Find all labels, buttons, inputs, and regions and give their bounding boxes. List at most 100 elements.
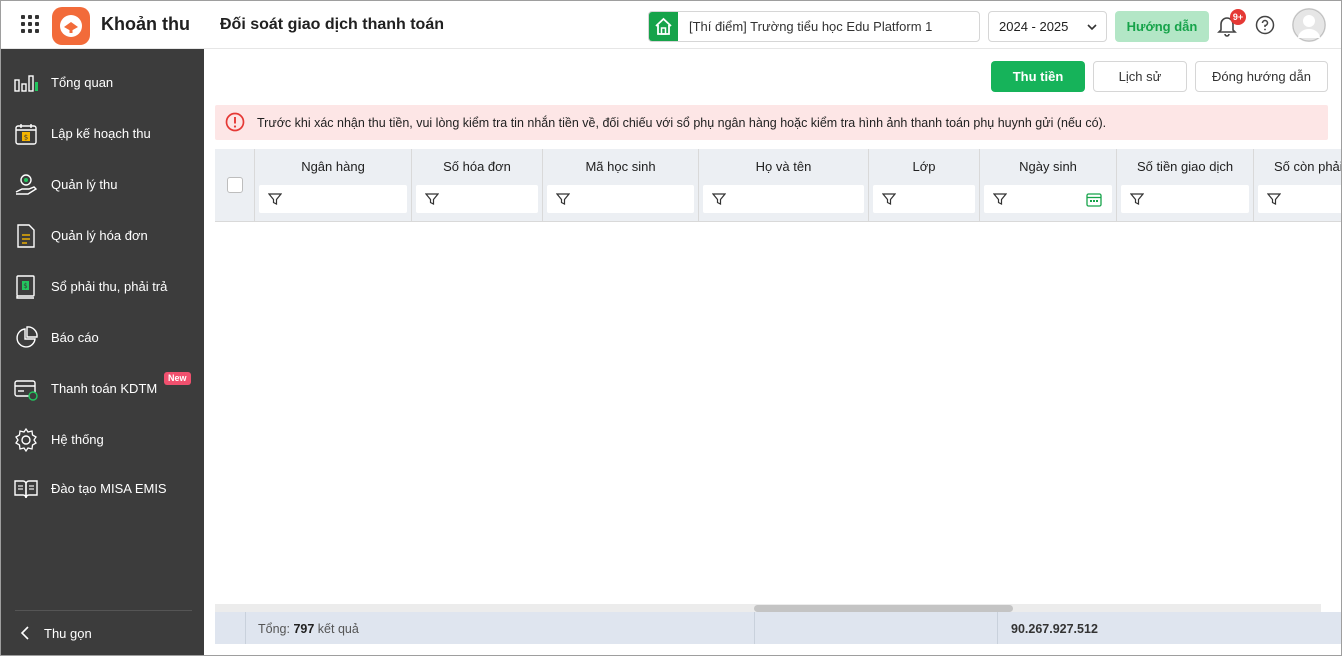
- class-filter-input[interactable]: [873, 185, 975, 213]
- book-icon: [14, 480, 38, 499]
- alert-circle-icon: [225, 112, 245, 132]
- school-year-select[interactable]: 2024 - 2025: [988, 11, 1107, 42]
- sidebar-item-label: Đào tạo MISA EMIS: [51, 481, 167, 496]
- chevron-down-icon: [1087, 24, 1097, 31]
- filter-icon: [425, 193, 439, 205]
- column-student-id: Mã học sinh: [543, 149, 699, 222]
- column-transaction-amount: Số tiền giao dịch: [1117, 149, 1254, 222]
- column-birth-date: Ngày sinh: [980, 149, 1117, 222]
- column-class: Lớp: [869, 149, 980, 222]
- app-window: Khoản thu Đối soát giao dịch thanh toán …: [0, 0, 1342, 656]
- sidebar-item-label: Hệ thống: [51, 432, 104, 447]
- app-name: Khoản thu: [101, 14, 190, 34]
- school-icon: [649, 12, 678, 41]
- invoice-filter-input[interactable]: [416, 185, 538, 213]
- sidebar-item-label: Sổ phải thu, phải trả: [51, 279, 168, 294]
- sidebar-item-overview[interactable]: Tổng quan: [1, 63, 204, 103]
- column-header[interactable]: Ngân hàng: [255, 159, 411, 174]
- filter-icon: [268, 193, 282, 205]
- svg-text:$: $: [24, 134, 28, 142]
- close-guide-button[interactable]: Đóng hướng dẫn: [1195, 61, 1328, 92]
- sidebar-item-label: Lập kế hoạch thu: [51, 126, 151, 141]
- guide-button[interactable]: Hướng dẫn: [1115, 11, 1209, 42]
- collect-money-button[interactable]: Thu tiền: [991, 61, 1085, 92]
- column-header[interactable]: Lớp: [869, 159, 979, 174]
- total-count: 797: [293, 622, 315, 636]
- sidebar-item-label: Báo cáo: [51, 330, 99, 345]
- column-header[interactable]: Họ và tên: [699, 159, 868, 174]
- total-suffix: kết quả: [317, 622, 359, 636]
- filter-icon: [556, 193, 570, 205]
- main-content: Thu tiền Lịch sử Đóng hướng dẫn Trước kh…: [204, 49, 1341, 655]
- column-header[interactable]: Số tiền giao dịch: [1117, 159, 1253, 174]
- ledger-icon: $: [16, 275, 35, 299]
- column-header[interactable]: Mã học sinh: [543, 159, 698, 174]
- school-year-value: 2024 - 2025: [999, 19, 1069, 34]
- calendar-money-icon: $: [15, 124, 37, 145]
- birth-date-filter-input[interactable]: [984, 185, 1112, 213]
- table-header: Ngân hàng Số hóa đơn Mã học sinh Họ và t…: [215, 149, 1341, 222]
- total-prefix: Tổng:: [258, 622, 290, 636]
- filter-icon: [712, 193, 726, 205]
- warning-alert: Trước khi xác nhận thu tiền, vui lòng ki…: [215, 105, 1328, 140]
- filter-icon: [1267, 193, 1281, 205]
- svg-text:$: $: [23, 282, 27, 290]
- column-remaining-amount: Số còn phải: [1254, 149, 1341, 222]
- total-results: Tổng: 797 kết quả: [258, 622, 359, 636]
- invoice-icon: [17, 224, 35, 248]
- column-header[interactable]: Số còn phải: [1274, 159, 1341, 174]
- avatar[interactable]: [1292, 8, 1326, 42]
- new-badge: New: [164, 372, 191, 385]
- filter-icon: [993, 193, 1007, 205]
- sidebar-item-invoice[interactable]: Quản lý hóa đơn: [1, 216, 204, 256]
- sidebar-item-collect[interactable]: Quản lý thu: [1, 165, 204, 205]
- sidebar-item-label: Tổng quan: [51, 75, 114, 90]
- bank-filter-input[interactable]: [259, 185, 407, 213]
- school-select[interactable]: [Thí điểm] Trường tiểu học Edu Platform …: [648, 11, 980, 42]
- app-grid-icon[interactable]: [21, 15, 39, 33]
- sidebar-item-plan[interactable]: $ Lập kế hoạch thu: [1, 114, 204, 154]
- app-logo: [52, 7, 90, 45]
- sidebar-divider: [15, 610, 192, 611]
- notification-badge: 9+: [1230, 9, 1246, 25]
- remaining-filter-input[interactable]: [1258, 185, 1341, 213]
- total-amount: 90.267.927.512: [1011, 622, 1098, 636]
- footer-spacer: [215, 612, 246, 644]
- sidebar-item-cashless[interactable]: Thanh toán KDTM New: [1, 369, 204, 409]
- chart-bar-icon: [14, 75, 38, 92]
- horizontal-scrollbar[interactable]: [215, 604, 1321, 612]
- filter-icon: [882, 193, 896, 205]
- sidebar-item-report[interactable]: Báo cáo: [1, 318, 204, 358]
- column-full-name: Họ và tên: [699, 149, 869, 222]
- name-filter-input[interactable]: [703, 185, 864, 213]
- calendar-icon[interactable]: [1086, 192, 1102, 207]
- collapse-label: Thu gọn: [44, 626, 92, 641]
- card-payment-icon: [14, 380, 38, 401]
- filter-icon: [1130, 193, 1144, 205]
- top-bar: Khoản thu Đối soát giao dịch thanh toán …: [1, 1, 1341, 49]
- footer-empty-cell: [755, 612, 998, 644]
- chevron-left-icon: [20, 626, 29, 640]
- table-footer: Tổng: 797 kết quả 90.267.927.512: [215, 612, 1341, 644]
- sidebar: Tổng quan $ Lập kế hoạch thu Quản lý thu: [1, 49, 204, 655]
- sidebar-item-label: Thanh toán KDTM: [51, 381, 158, 396]
- sidebar-item-label: Quản lý thu: [51, 177, 118, 192]
- sidebar-item-label: Quản lý hóa đơn: [51, 228, 148, 243]
- amount-filter-input[interactable]: [1121, 185, 1249, 213]
- column-bank: Ngân hàng: [255, 149, 412, 222]
- sidebar-item-system[interactable]: Hệ thống: [1, 420, 204, 460]
- student-id-filter-input[interactable]: [547, 185, 694, 213]
- column-header[interactable]: Ngày sinh: [980, 159, 1116, 174]
- select-all-checkbox[interactable]: [227, 177, 243, 193]
- history-button[interactable]: Lịch sử: [1093, 61, 1187, 92]
- sidebar-item-ledger[interactable]: $ Sổ phải thu, phải trả: [1, 267, 204, 307]
- collapse-sidebar-button[interactable]: Thu gọn: [1, 617, 204, 649]
- school-name: [Thí điểm] Trường tiểu học Edu Platform …: [689, 19, 933, 34]
- gear-icon: [15, 427, 37, 453]
- hand-coin-icon: [15, 174, 38, 195]
- column-header[interactable]: Số hóa đơn: [412, 159, 542, 174]
- scrollbar-thumb[interactable]: [754, 605, 1013, 612]
- sidebar-item-training[interactable]: Đào tạo MISA EMIS: [1, 469, 204, 509]
- pie-chart-icon: [16, 326, 38, 348]
- help-icon[interactable]: [1255, 15, 1275, 35]
